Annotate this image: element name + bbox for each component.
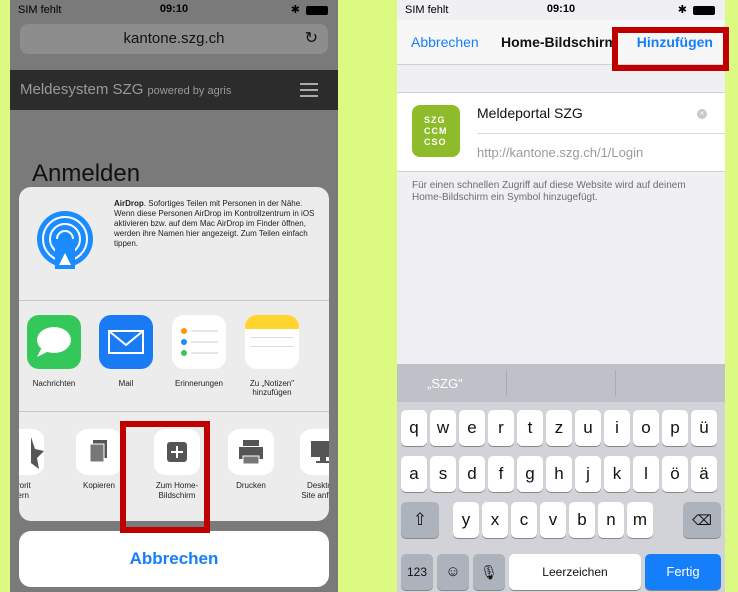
emoji-key[interactable]: ☺ (437, 554, 469, 590)
key-ü[interactable]: ü (691, 410, 717, 446)
suggestion-bar: „SZG" (397, 364, 725, 402)
key-d[interactable]: d (459, 456, 485, 492)
battery-icon (693, 6, 715, 15)
key-p[interactable]: p (662, 410, 688, 446)
key-o[interactable]: o (633, 410, 659, 446)
key-l[interactable]: l (633, 456, 659, 492)
reminders-icon (172, 315, 226, 369)
key-y[interactable]: y (453, 502, 479, 538)
share-app-messages[interactable]: Nachrichten (19, 315, 89, 388)
key-h[interactable]: h (546, 456, 572, 492)
key-t[interactable]: t (517, 410, 543, 446)
suggestion-divider (615, 370, 616, 396)
key-w[interactable]: w (430, 410, 456, 446)
reload-icon[interactable]: ↻ (305, 24, 318, 54)
share-apps-row: Nachrichten Mail Erinnerungen Zu „Notize… (19, 301, 329, 412)
key-r[interactable]: r (488, 410, 514, 446)
suggestion-item[interactable]: „SZG" (427, 376, 463, 391)
battery-icon (306, 6, 328, 15)
microphone-icon[interactable]: 🎙 (473, 554, 505, 590)
suggestion-divider (506, 370, 507, 396)
done-key[interactable]: Fertig (645, 554, 721, 590)
url-text: kantone.szg.ch (123, 30, 225, 47)
shift-key[interactable]: ⇧ (401, 502, 439, 538)
hint-text: Für einen schnellen Zugriff auf diese We… (412, 180, 686, 203)
cancel-button[interactable]: Abbrechen (19, 531, 329, 587)
status-bar: SIM fehlt 09:10 ✱ (397, 0, 725, 20)
nav-title: Home-Bildschirm (501, 34, 617, 50)
share-app-reminders[interactable]: Erinnerungen (164, 315, 234, 388)
key-ä[interactable]: ä (691, 456, 717, 492)
szg-app-icon: SZG CCM CSO (412, 105, 460, 157)
key-q[interactable]: q (401, 410, 427, 446)
right-screen: SIM fehlt 09:10 ✱ Abbrechen Home-Bildsch… (397, 0, 725, 592)
site-title: Meldesystem SZG (20, 81, 144, 98)
key-s[interactable]: s (430, 456, 456, 492)
action-print[interactable]: Drucken (219, 429, 283, 491)
key-x[interactable]: x (482, 502, 508, 538)
share-app-notes[interactable]: Zu „Notizen" hinzufügen (237, 315, 307, 397)
bluetooth-icon: ✱ (290, 4, 300, 16)
bookmark-name-input[interactable]: Meldeportal SZG (477, 105, 583, 121)
action-request-desktop-site[interactable]: Desktop- Site anforde (291, 429, 329, 501)
messages-icon (27, 315, 81, 369)
key-j[interactable]: j (575, 456, 601, 492)
highlight-box-add-to-home (120, 421, 210, 533)
clear-text-icon[interactable]: × (697, 109, 707, 119)
key-k[interactable]: k (604, 456, 630, 492)
key-ö[interactable]: ö (662, 456, 688, 492)
divider (477, 133, 725, 134)
space-key[interactable]: Leerzeichen (509, 554, 641, 590)
site-subtitle: powered by agris (147, 85, 232, 97)
bookmark-url: http://kantone.szg.ch/1/Login (477, 145, 644, 160)
key-i[interactable]: i (604, 410, 630, 446)
numbers-key[interactable]: 123 (401, 554, 433, 590)
clock: 09:10 (546, 3, 576, 15)
highlight-box-add-button (612, 27, 729, 71)
notes-icon (245, 315, 299, 369)
page-heading: Anmelden (32, 160, 141, 187)
delete-key[interactable]: ⌫ (683, 502, 721, 538)
hamburger-menu-icon[interactable] (300, 83, 318, 97)
airdrop-section: AirDrop. Sofortiges Teilen mit Personen … (19, 187, 329, 301)
key-e[interactable]: e (459, 410, 485, 446)
key-c[interactable]: c (511, 502, 537, 538)
copy-icon (76, 429, 122, 475)
key-u[interactable]: u (575, 410, 601, 446)
key-b[interactable]: b (569, 502, 595, 538)
key-g[interactable]: g (517, 456, 543, 492)
airdrop-icon (37, 211, 93, 269)
key-a[interactable]: a (401, 456, 427, 492)
clock: 09:10 (159, 3, 189, 15)
key-f[interactable]: f (488, 456, 514, 492)
address-bar[interactable]: kantone.szg.ch ↻ (20, 24, 328, 54)
key-n[interactable]: n (598, 502, 624, 538)
printer-icon (228, 429, 274, 475)
bookmark-card: SZG CCM CSO Meldeportal SZG × http://kan… (397, 92, 725, 172)
airdrop-text: AirDrop. Sofortiges Teilen mit Personen … (114, 199, 315, 248)
bluetooth-icon: ✱ (677, 4, 687, 16)
action-favorite[interactable]: avorit hern (19, 429, 53, 501)
share-app-mail[interactable]: Mail (91, 315, 161, 388)
key-v[interactable]: v (540, 502, 566, 538)
cancel-button[interactable]: Abbrechen (411, 34, 479, 50)
status-bar: SIM fehlt 09:10 ✱ (10, 0, 338, 20)
star-icon (19, 429, 44, 475)
desktop-icon (300, 429, 329, 475)
key-z[interactable]: z (546, 410, 572, 446)
keyboard: „SZG" qwertzuiopü asdfghjklöä ⇧ ⌫ yxcvbn… (397, 364, 725, 592)
mail-icon (99, 315, 153, 369)
key-m[interactable]: m (627, 502, 653, 538)
site-header: Meldesystem SZG powered by agris (10, 70, 338, 110)
